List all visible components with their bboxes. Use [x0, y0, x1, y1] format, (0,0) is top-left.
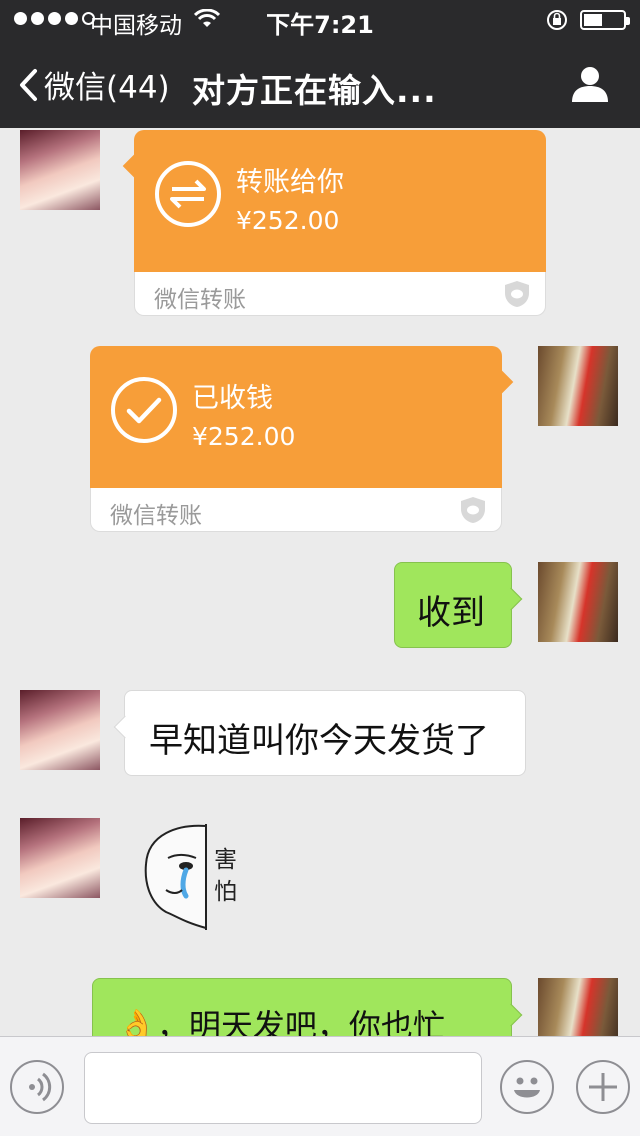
contact-avatar[interactable] — [20, 130, 100, 210]
contact-avatar[interactable] — [20, 818, 100, 898]
transfer-amount: ¥252.00 — [192, 422, 296, 451]
message-text: 收到 — [417, 593, 485, 633]
transfer-footer: 微信转账 — [110, 503, 202, 529]
ok-hand-emoji: 👌 — [117, 1007, 157, 1036]
sticker-caption: 害怕 — [214, 847, 237, 905]
status-time: 下午7:21 — [266, 11, 374, 39]
battery-icon — [580, 10, 630, 30]
emoji-icon — [514, 1077, 540, 1098]
transfer-amount: ¥252.00 — [236, 206, 340, 235]
more-button[interactable] — [576, 1060, 630, 1114]
message-input[interactable] — [84, 1052, 482, 1124]
shield-icon — [505, 281, 529, 307]
top-bar: 中国移动 下午7:21 微信(44) 对方正在输入... — [0, 0, 640, 128]
voice-icon — [29, 1072, 52, 1102]
message-bubble-outgoing[interactable]: 收到 — [394, 562, 523, 648]
message-bubble-incoming[interactable]: 早知道叫你今天发货了 — [113, 690, 526, 776]
back-chevron-icon — [20, 68, 37, 101]
message-text: ，明天发吧，你也忙 — [156, 1007, 445, 1036]
emoji-button[interactable] — [500, 1060, 554, 1114]
transfer-title: 已收钱 — [192, 383, 273, 414]
transfer-card-received[interactable]: 已收钱 ¥252.00 微信转账 — [90, 346, 514, 532]
message-content: 👌，明天发吧，你也忙 — [117, 1001, 445, 1036]
back-label: 微信(44) — [44, 70, 170, 106]
my-avatar[interactable] — [538, 562, 618, 642]
back-button[interactable]: 微信(44) — [18, 62, 170, 107]
transfer-title: 转账给你 — [236, 167, 344, 198]
crying-face-sticker-icon — [144, 824, 207, 930]
message-text: 早知道叫你今天发货了 — [149, 721, 489, 761]
shield-icon — [461, 497, 485, 523]
chat-title: 对方正在输入... — [192, 71, 437, 110]
profile-icon[interactable] — [570, 64, 610, 104]
plus-icon — [589, 1073, 617, 1101]
nav-bar: 微信(44) 对方正在输入... — [0, 40, 640, 128]
status-bar: 中国移动 下午7:21 — [0, 0, 640, 40]
my-avatar[interactable] — [538, 978, 618, 1036]
my-avatar[interactable] — [538, 346, 618, 426]
input-bar — [0, 1036, 640, 1136]
transfer-arrows-icon — [155, 161, 221, 227]
voice-button[interactable] — [10, 1060, 64, 1114]
contact-avatar[interactable] — [20, 690, 100, 770]
rotation-lock-icon — [547, 10, 567, 30]
transfer-footer: 微信转账 — [154, 287, 246, 313]
sticker-scared[interactable]: 害怕 — [142, 824, 244, 930]
checkmark-icon — [111, 377, 177, 443]
message-bubble-outgoing[interactable]: 👌，明天发吧，你也忙 — [92, 978, 523, 1036]
transfer-card-incoming[interactable]: 转账给你 ¥252.00 微信转账 — [122, 130, 546, 316]
chat-area[interactable]: 转账给你 ¥252.00 微信转账 已收钱 ¥252.00 微信转账 收到 早知… — [0, 128, 640, 1036]
